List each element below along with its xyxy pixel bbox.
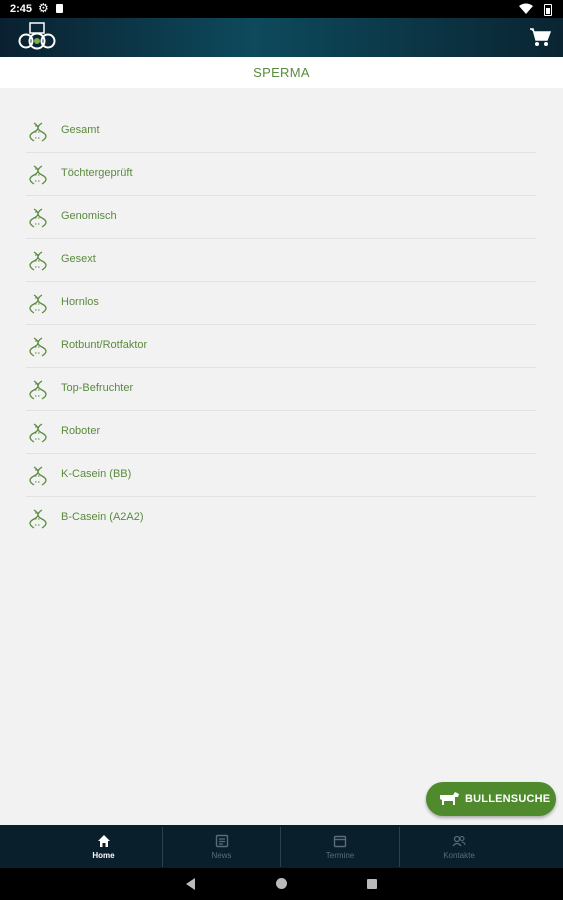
list-item-gesamt[interactable]: Gesamt — [26, 110, 536, 153]
nav-kontakte[interactable]: Kontakte — [400, 825, 518, 868]
list-item-label: Roboter — [61, 425, 101, 437]
dna-icon — [27, 508, 49, 530]
list-item-b-casein[interactable]: B-Casein (A2A2) — [26, 497, 536, 539]
dna-icon — [27, 164, 49, 186]
recent-apps-icon[interactable] — [367, 879, 377, 889]
list-item-label: Top-Befruchter — [61, 382, 134, 394]
status-bar: 2:45 ⚙ — [0, 0, 563, 18]
list-item-genomisch[interactable]: Genomisch — [26, 196, 536, 239]
list-item-label: Gesamt — [61, 124, 100, 136]
list-item-gesext[interactable]: Gesext — [26, 239, 536, 282]
category-list: Gesamt Töchtergeprüft Genomisch Gesext H… — [26, 110, 536, 539]
list-item-label: Töchtergeprüft — [61, 167, 133, 179]
list-item-top-befruchter[interactable]: Top-Befruchter — [26, 368, 536, 411]
app-bar — [0, 18, 563, 57]
list-item-label: Hornlos — [61, 296, 99, 308]
settings-icon: ⚙ — [38, 1, 49, 15]
page-title: SPERMA — [0, 57, 563, 88]
list-item-label: Gesext — [61, 253, 96, 265]
list-item-label: B-Casein (A2A2) — [61, 511, 144, 523]
cow-icon — [438, 791, 460, 807]
dna-icon — [27, 422, 49, 444]
dna-icon — [27, 250, 49, 272]
system-home-icon[interactable] — [276, 878, 287, 889]
nav-label: Kontakte — [443, 851, 475, 860]
bullensuche-button[interactable]: BULLENSUCHE — [426, 782, 556, 816]
calendar-icon — [333, 834, 347, 848]
dna-icon — [27, 379, 49, 401]
contacts-icon — [452, 834, 466, 848]
nav-label: Termine — [325, 851, 355, 860]
list-item-k-casein[interactable]: K-Casein (BB) — [26, 454, 536, 497]
battery-icon — [544, 4, 552, 16]
sd-card-icon — [56, 4, 63, 13]
home-icon — [97, 834, 111, 848]
list-item-hornlos[interactable]: Hornlos — [26, 282, 536, 325]
list-item-roboter[interactable]: Roboter — [26, 411, 536, 454]
nav-home[interactable]: Home — [45, 825, 162, 868]
dna-icon — [27, 121, 49, 143]
bullensuche-label: BULLENSUCHE — [465, 793, 551, 805]
dna-icon — [27, 465, 49, 487]
system-nav-bar — [0, 868, 563, 900]
list-item-label: K-Casein (BB) — [61, 468, 132, 480]
bottom-nav: Home News Termine Kontakte — [0, 825, 563, 868]
news-icon — [215, 834, 229, 848]
dna-icon — [27, 336, 49, 358]
status-time: 2:45 — [10, 3, 33, 15]
nav-label: Home — [92, 851, 115, 860]
back-icon[interactable] — [186, 878, 195, 890]
list-item-rotbunt[interactable]: Rotbunt/Rotfaktor — [26, 325, 536, 368]
nav-news[interactable]: News — [163, 825, 280, 868]
nav-label: News — [211, 851, 232, 860]
wifi-icon — [519, 3, 533, 17]
cart-icon[interactable] — [529, 26, 552, 48]
app-logo-icon[interactable] — [17, 22, 57, 52]
list-item-toechtergeprueft[interactable]: Töchtergeprüft — [26, 153, 536, 196]
list-item-label: Genomisch — [61, 210, 117, 222]
dna-icon — [27, 207, 49, 229]
list-item-label: Rotbunt/Rotfaktor — [61, 339, 148, 351]
nav-termine[interactable]: Termine — [281, 825, 399, 868]
dna-icon — [27, 293, 49, 315]
